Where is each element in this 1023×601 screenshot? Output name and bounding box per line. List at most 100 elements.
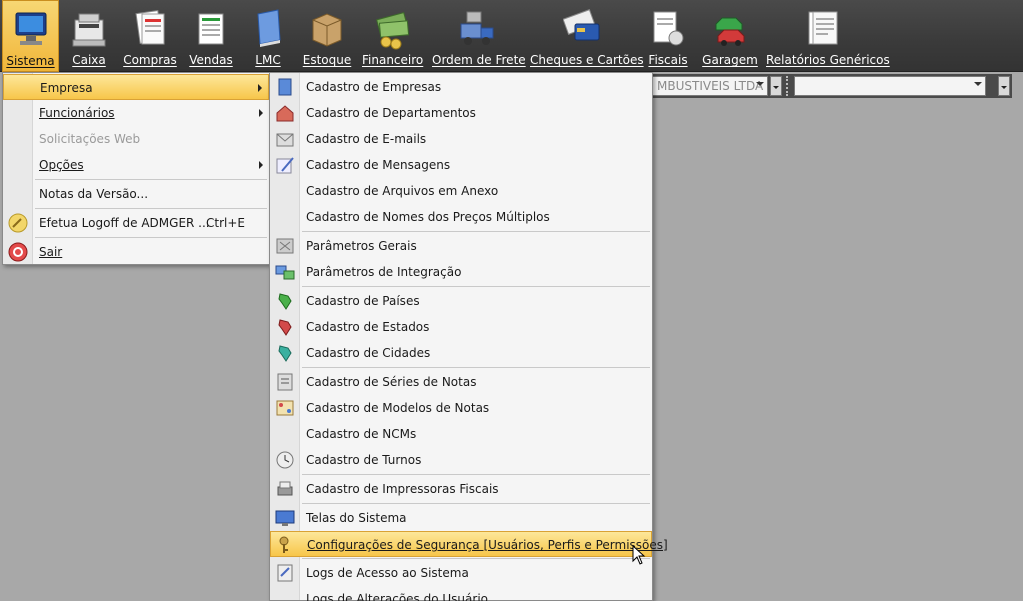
menu-item-cadastro-turnos[interactable]: Cadastro de Turnos [270, 447, 652, 473]
menu-item-cadastro-cidades[interactable]: Cadastro de Cidades [270, 340, 652, 366]
toolbar-label: Fiscais [648, 53, 688, 67]
second-combo[interactable] [794, 76, 986, 96]
toolbar-label: Sistema [6, 54, 55, 68]
menu-item-label: Cadastro de Departamentos [306, 106, 476, 120]
toolbar-label: Cheques e Cartões [530, 53, 644, 67]
menu-item-funcionarios[interactable]: Funcionários [3, 100, 269, 126]
email-icon [276, 133, 294, 147]
menu-item-label: Cadastro de Mensagens [306, 158, 451, 172]
box-icon [312, 13, 342, 47]
menu-item-empresa[interactable]: Empresa [3, 74, 269, 100]
menu-item-shortcut: Ctrl+E [206, 216, 245, 230]
toolbar-sistema-button[interactable]: Sistema [2, 0, 59, 72]
toolbar-garagem-button[interactable]: Garagem [702, 0, 758, 72]
menu-item-cadastro-departamentos[interactable]: Cadastro de Departamentos [270, 100, 652, 126]
clock-icon [276, 451, 294, 469]
log-icon [277, 564, 293, 582]
second-combo-options-button[interactable] [998, 76, 1010, 96]
toolbar-cheques-cartoes-button[interactable]: Cheques e Cartões [530, 0, 644, 72]
message-icon [276, 157, 294, 174]
menu-separator [302, 367, 650, 368]
toolbar-relatorios-button[interactable]: Relatórios Genéricos [766, 0, 890, 72]
toolbar-lmc-button[interactable]: LMC [246, 0, 290, 72]
menu-item-cadastro-ncms[interactable]: Cadastro de NCMs [270, 421, 652, 447]
menu-item-label: Cadastro de Modelos de Notas [306, 401, 490, 415]
toolbar-compras-button[interactable]: Compras [122, 0, 178, 72]
menu-item-sair[interactable]: Sair [3, 239, 269, 265]
menu-item-cadastro-impressoras-fiscais[interactable]: Cadastro de Impressoras Fiscais [270, 476, 652, 502]
toolbar-estoque-button[interactable]: Estoque [300, 0, 354, 72]
toolbar-vendas-button[interactable]: Vendas [186, 0, 236, 72]
report-icon [808, 11, 838, 45]
toolbar-label: Estoque [302, 53, 352, 67]
menu-item-cadastro-modelos-notas[interactable]: Cadastro de Modelos de Notas [270, 395, 652, 421]
city-icon [278, 345, 292, 362]
submenu-arrow-icon [259, 161, 263, 169]
menu-separator [302, 503, 650, 504]
menu-item-label: Cadastro de Séries de Notas [306, 375, 477, 389]
integration-icon [275, 265, 295, 280]
chevron-down-icon [756, 82, 764, 86]
menu-separator [302, 474, 650, 475]
notes-model-icon [276, 400, 294, 416]
menu-item-configuracoes-seguranca[interactable]: Configurações de Segurança [Usuários, Pe… [270, 531, 668, 557]
menu-item-notas-versao[interactable]: Notas da Versão... [3, 181, 269, 207]
menu-item-label: Configurações de Segurança [Usuários, Pe… [307, 538, 668, 552]
menu-item-cadastro-mensagens[interactable]: Cadastro de Mensagens [270, 152, 652, 178]
main-toolbar: Sistema Caixa Compras Vendas LMC Estoque… [0, 0, 1023, 72]
toolbar-label: Relatórios Genéricos [766, 53, 890, 67]
toolbar-ordem-frete-button[interactable]: Ordem de Frete [432, 0, 526, 72]
menu-item-logoff[interactable]: Efetua Logoff de ADMGER ... Ctrl+E [3, 210, 269, 236]
parameters-icon [276, 238, 294, 254]
menu-item-logs-alteracoes[interactable]: Logs de Alterações do Usuário [270, 586, 652, 601]
menu-item-label: Notas da Versão... [39, 187, 149, 201]
country-icon [278, 293, 292, 310]
menu-item-label: Cadastro de Cidades [306, 346, 431, 360]
menu-item-label: Empresa [40, 81, 93, 95]
menu-item-label: Cadastro de Países [306, 294, 420, 308]
toolbar-caixa-button[interactable]: Caixa [64, 0, 114, 72]
menu-item-cadastro-estados[interactable]: Cadastro de Estados [270, 314, 652, 340]
menu-item-label: Cadastro de Nomes dos Preços Múltiplos [306, 210, 550, 224]
menu-item-logs-acesso[interactable]: Logs de Acesso ao Sistema [270, 560, 652, 586]
cars-icon [715, 17, 745, 46]
menu-item-cadastro-empresas[interactable]: Cadastro de Empresas [270, 74, 652, 100]
menu-item-parametros-integracao[interactable]: Parâmetros de Integração [270, 259, 652, 285]
company-combo[interactable]: MBUSTIVEIS LTDA [652, 76, 768, 96]
notes-series-icon [277, 373, 293, 391]
toolbar-financeiro-button[interactable]: Financeiro [362, 0, 423, 72]
toolbar-fiscais-button[interactable]: Fiscais [646, 0, 690, 72]
menu-separator [302, 558, 650, 559]
submenu-arrow-icon [259, 109, 263, 117]
purchases-icon [135, 10, 165, 45]
department-icon [276, 105, 294, 122]
menu-item-cadastro-paises[interactable]: Cadastro de Países [270, 288, 652, 314]
menu-item-label: Opções [39, 158, 84, 172]
menu-item-parametros-gerais[interactable]: Parâmetros Gerais [270, 233, 652, 259]
computer-icon [15, 12, 46, 45]
menu-item-opcoes[interactable]: Opções [3, 152, 269, 178]
company-selector-bar: MBUSTIVEIS LTDA [652, 74, 1012, 98]
exit-icon [8, 242, 28, 262]
company-combo-options-button[interactable] [770, 76, 782, 96]
drag-handle[interactable] [786, 76, 792, 96]
empresa-submenu: Cadastro de Empresas Cadastro de Departa… [269, 72, 668, 601]
menu-separator [302, 286, 650, 287]
state-icon [278, 319, 292, 336]
menu-item-label: Parâmetros de Integração [306, 265, 462, 279]
menu-item-label: Parâmetros Gerais [306, 239, 417, 253]
fiscal-icon [653, 11, 684, 46]
toolbar-label: Caixa [72, 53, 106, 67]
menu-separator [302, 231, 650, 232]
menu-item-cadastro-emails[interactable]: Cadastro de E-mails [270, 126, 652, 152]
menu-item-label: Cadastro de NCMs [306, 427, 417, 441]
menu-item-cadastro-series-notas[interactable]: Cadastro de Séries de Notas [270, 369, 652, 395]
menu-separator [35, 179, 267, 180]
menu-item-solicitacoes-web[interactable]: Solicitações Web [3, 126, 269, 152]
menu-item-telas-sistema[interactable]: Telas do Sistema [270, 505, 652, 531]
menu-separator [35, 208, 267, 209]
cash-register-icon [72, 13, 106, 47]
menu-item-cadastro-precos-multiplos[interactable]: Cadastro de Nomes dos Preços Múltiplos [270, 204, 652, 230]
menu-item-cadastro-arquivos-anexo[interactable]: Cadastro de Arquivos em Anexo [270, 178, 652, 204]
screen-icon [275, 510, 295, 526]
